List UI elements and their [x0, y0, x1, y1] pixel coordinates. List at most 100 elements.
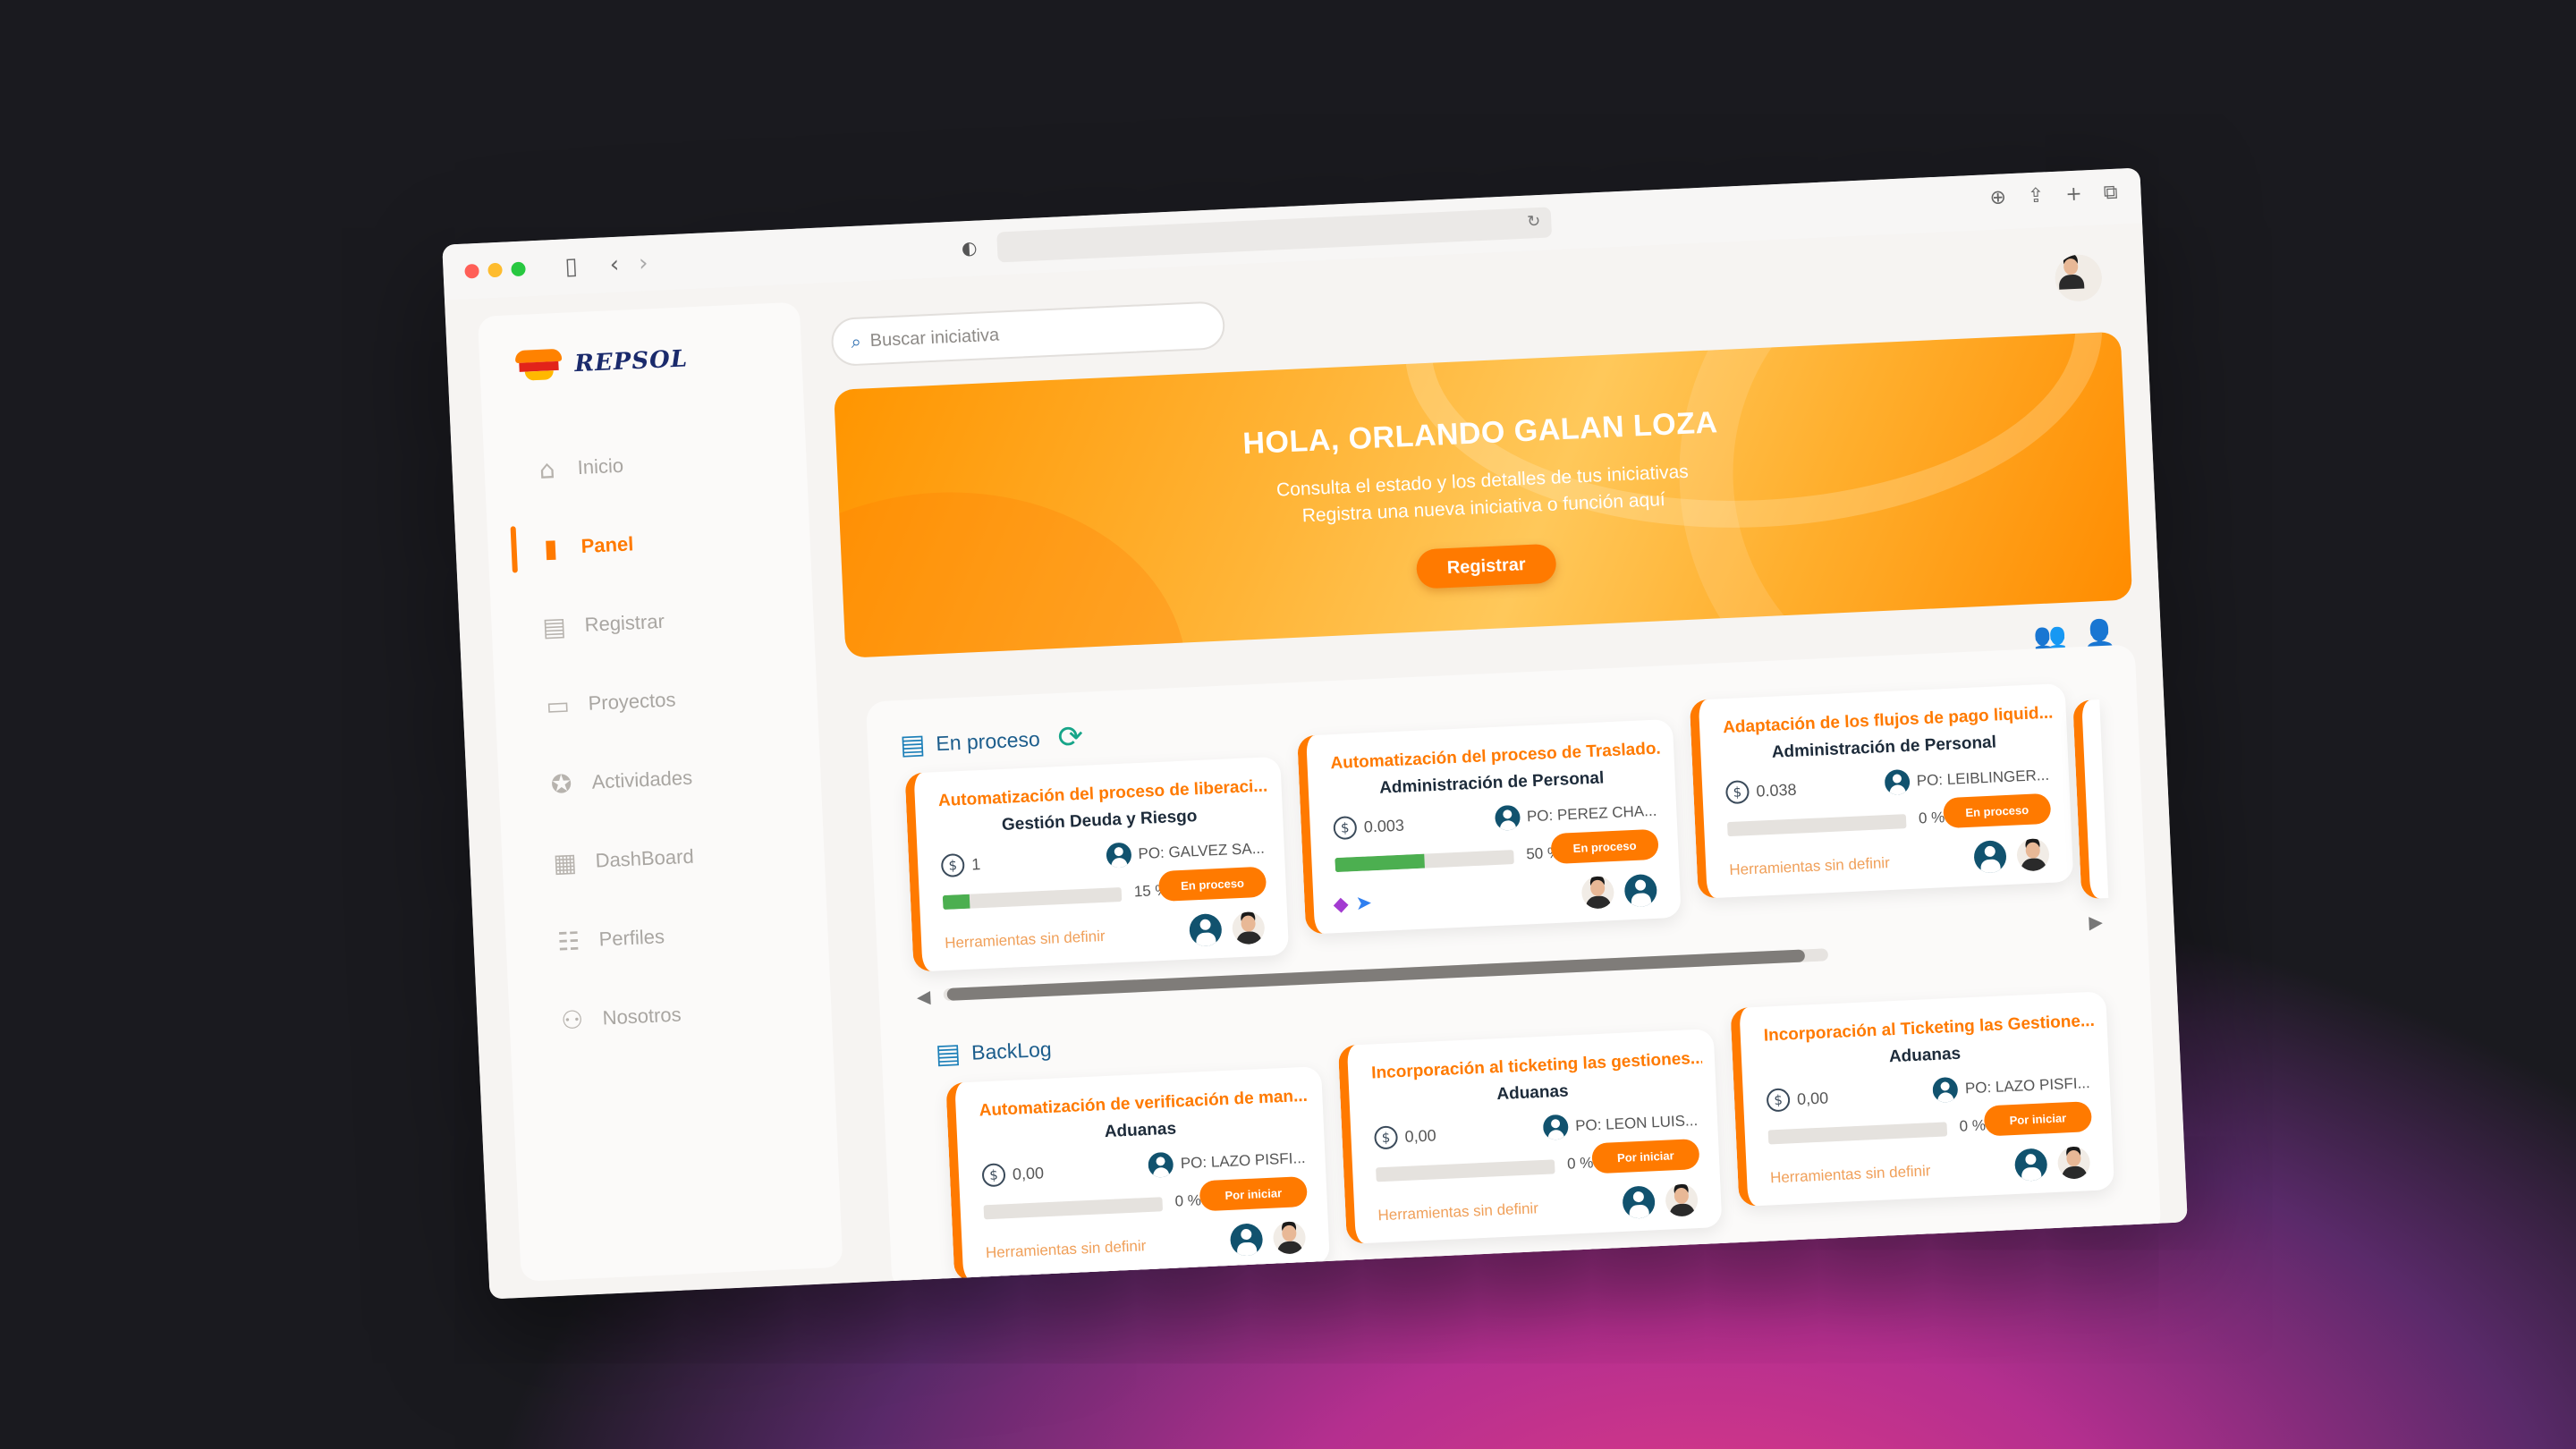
document-icon: ▤ [541, 611, 567, 642]
user-avatar[interactable] [2054, 253, 2103, 302]
card-tools: Herramientas sin definir [985, 1237, 1147, 1262]
member-avatar [1580, 876, 1615, 910]
initiative-card[interactable]: Incorporación al Ticketing las Gestione.… [1730, 991, 2115, 1208]
dollar-icon: $ [1333, 815, 1358, 841]
scroll-right-icon[interactable]: ▶ [2089, 911, 2103, 933]
folder-icon: ▭ [545, 690, 571, 721]
next-card-peek[interactable] [2072, 699, 2109, 900]
register-button[interactable]: Registrar [1415, 543, 1557, 589]
card-po: PO: GALVEZ SA... [1105, 836, 1265, 869]
status-badge[interactable]: Por iniciar [1591, 1139, 1700, 1174]
dollar-icon: $ [940, 852, 965, 878]
sidebar-item-actividades[interactable]: ✪ Actividades [497, 733, 823, 826]
shield-icon[interactable]: ◐ [961, 237, 978, 259]
back-icon[interactable]: ‹ [609, 251, 620, 278]
sidebar-item-registrar[interactable]: ▤ Registrar [490, 575, 816, 668]
sidebar-nav: ⌂ Inicio ▮ Panel ▤ Registrar ▭ Proyectos… [483, 419, 834, 1063]
card-po: PO: LEON LUIS... [1542, 1108, 1699, 1140]
user-photo [2054, 253, 2103, 302]
progress-fill [1767, 1130, 1769, 1145]
minimize-window-button[interactable] [487, 262, 503, 278]
person-icon [1148, 1151, 1174, 1178]
sidebar-item-inicio[interactable]: ⌂ Inicio [483, 419, 809, 512]
card-po-name: PO: PEREZ CHA... [1526, 801, 1657, 826]
status-badge[interactable]: Por iniciar [1983, 1101, 2093, 1137]
progress-bar [1335, 850, 1514, 873]
card-members [1580, 873, 1658, 910]
sidebar-item-panel[interactable]: ▮ Panel [487, 496, 812, 589]
download-icon[interactable]: ⊕ [1989, 186, 2007, 209]
card-tool-icons: ◆ ➤ [1333, 892, 1372, 916]
status-badge[interactable]: En proceso [1550, 828, 1659, 865]
refresh-icon[interactable]: ⟳ [1057, 719, 1084, 756]
progress-fill [1335, 853, 1425, 873]
sidebar-toggle-icon[interactable]: ▯ [564, 253, 579, 281]
section-title: En proceso [935, 726, 1041, 755]
browser-toolbar-right: ⊕ ⇪ + ⧉ [1989, 182, 2118, 209]
progress-fill [1376, 1167, 1377, 1182]
sidebar-item-label: Perfiles [598, 925, 665, 951]
stage: ▯ ‹ › ◐ ↻ ⊕ ⇪ + ⧉ REPSOL ⌂ Inicio ▮ Pane… [0, 0, 2576, 1449]
tabs-overview-icon[interactable]: ⧉ [2103, 182, 2118, 205]
progress-bar [1376, 1159, 1555, 1182]
card-budget: $0.003 [1333, 814, 1404, 841]
sidebar-item-proyectos[interactable]: ▭ Proyectos [494, 654, 819, 747]
zoom-window-button[interactable] [511, 261, 526, 277]
card-members [1189, 911, 1266, 947]
initiative-card[interactable]: Automatización del proceso de Traslado..… [1297, 718, 1682, 935]
initiative-card[interactable]: Automatización de verificación de man...… [945, 1066, 1330, 1282]
card-members [1622, 1183, 1699, 1219]
person-icon [1105, 842, 1132, 869]
dashboard-icon: ▦ [552, 847, 578, 878]
section-title: BackLog [970, 1037, 1053, 1064]
new-tab-icon[interactable]: + [2065, 182, 2083, 206]
member-avatar [1272, 1221, 1307, 1255]
sidebar-item-dashboard[interactable]: ▦ DashBoard [501, 811, 826, 904]
initiative-card[interactable]: Incorporación al ticketing las gestiones… [1337, 1029, 1723, 1244]
power-automate-icon: ➤ [1355, 892, 1373, 916]
scroll-left-icon[interactable]: ◀ [916, 986, 930, 1008]
repsol-logo[interactable]: REPSOL [514, 343, 689, 383]
sidebar-item-nosotros[interactable]: ⚇ Nosotros [508, 969, 834, 1062]
search-input[interactable]: ⌕ Buscar iniciativa [830, 301, 1226, 368]
status-badge[interactable]: Por iniciar [1199, 1175, 1308, 1212]
dollar-icon: $ [1374, 1125, 1399, 1150]
dollar-icon: $ [981, 1163, 1006, 1188]
app: REPSOL ⌂ Inicio ▮ Panel ▤ Registrar ▭ Pr… [445, 223, 2188, 1300]
card-amount: 0,00 [1404, 1125, 1436, 1146]
card-members [1973, 837, 2050, 874]
progress-fill [1726, 822, 1728, 837]
close-window-button[interactable] [464, 263, 479, 279]
dollar-icon: $ [1766, 1088, 1791, 1113]
section-backlog-header: ▤ BackLog [935, 1034, 1052, 1071]
card-members [2013, 1146, 2091, 1182]
progress-percent: 0 % [1918, 809, 1945, 827]
card-budget: $0,00 [981, 1161, 1045, 1188]
card-amount: 0,00 [1012, 1163, 1045, 1183]
member-avatar [2056, 1146, 2091, 1180]
progress-bar [1767, 1122, 1948, 1145]
card-members [1229, 1221, 1307, 1257]
person-icon [1973, 840, 2007, 874]
sidebar-item-label: Registrar [584, 609, 665, 636]
share-icon[interactable]: ⇪ [2027, 184, 2045, 208]
initiatives-board: ▤ En proceso ⟳ Automatización del proces… [865, 644, 2162, 1292]
progress-percent: 0 % [1959, 1116, 1987, 1135]
card-po-name: PO: LEON LUIS... [1574, 1112, 1699, 1135]
team-icon: ⚇ [560, 1004, 584, 1036]
initiative-card[interactable]: Automatización del proceso de liberaci..… [904, 756, 1290, 972]
sidebar-item-label: Panel [580, 532, 634, 557]
home-icon: ⌂ [538, 453, 556, 485]
card-po: PO: LAZO PISFI... [1932, 1071, 2090, 1104]
status-badge[interactable]: En proceso [1942, 792, 2052, 829]
badge-check-icon: ✪ [550, 768, 573, 800]
person-icon [1884, 768, 1911, 796]
member-avatar [2016, 837, 2050, 872]
forward-icon[interactable]: › [638, 250, 648, 276]
reload-icon[interactable]: ↻ [1527, 212, 1541, 232]
sidebar-item-perfiles[interactable]: ☷ Perfiles [504, 890, 830, 983]
person-icon [1189, 912, 1223, 947]
initiative-card[interactable]: Adaptación de los flujos de pago liquid.… [1689, 682, 2074, 899]
sidebar-item-label: Actividades [591, 766, 693, 793]
status-badge[interactable]: En proceso [1157, 866, 1267, 902]
